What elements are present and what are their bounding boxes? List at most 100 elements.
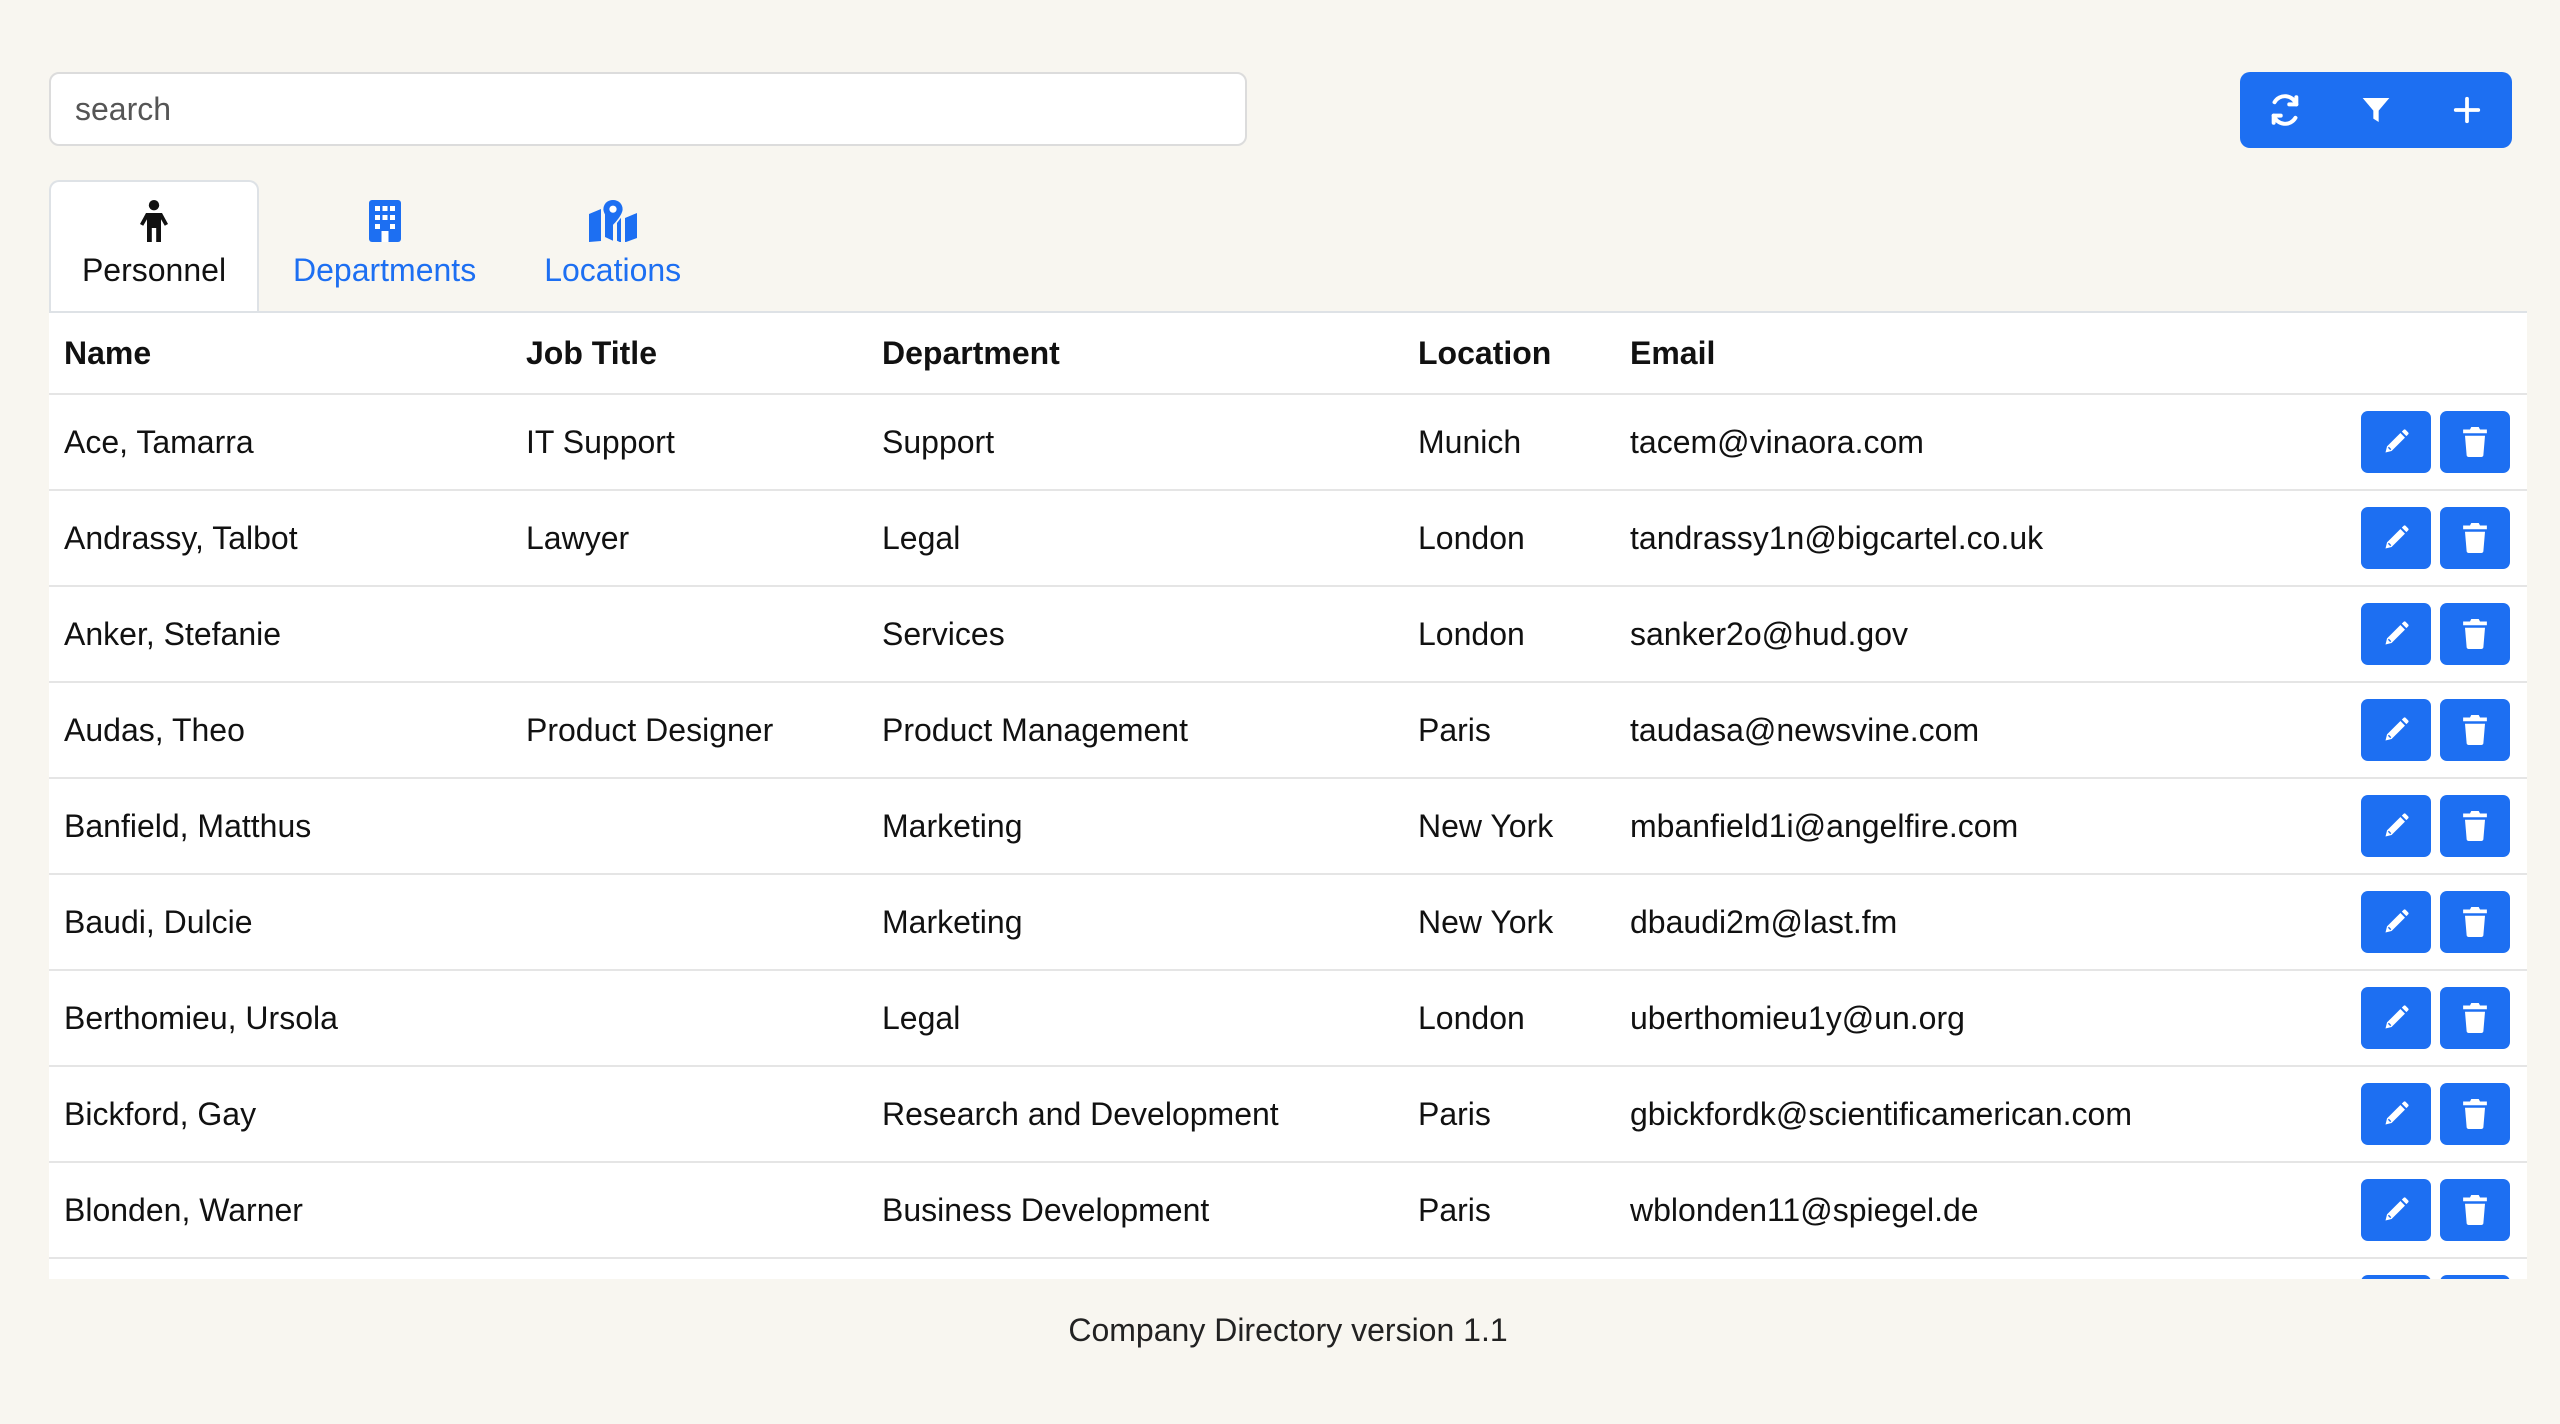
table-row: Andrassy, Talbot Lawyer Legal London tan…: [49, 491, 2527, 587]
table-row: Audas, Theo Product Designer Product Man…: [49, 683, 2527, 779]
cell-job-title: IT Support: [526, 423, 675, 460]
filter-button[interactable]: [2331, 72, 2422, 148]
tab-personnel[interactable]: Personnel: [49, 180, 259, 311]
edit-button[interactable]: [2361, 603, 2431, 665]
cell-email: taudasa@newsvine.com: [1630, 711, 1980, 748]
cell-name: Blonden, Warner: [64, 1191, 303, 1228]
edit-button[interactable]: [2361, 411, 2431, 473]
cell-email: wblonden11@spiegel.de: [1630, 1191, 1979, 1228]
trash-icon: [2463, 715, 2487, 745]
cell-location: Paris: [1418, 1191, 1491, 1228]
header-job-title: Job Title: [526, 334, 657, 371]
building-icon: [368, 200, 401, 242]
cell-department: Support: [882, 423, 995, 460]
tab-label: Personnel: [81, 252, 227, 288]
table-row: Bickford, Gay Research and Development P…: [49, 1067, 2527, 1163]
pencil-icon: [2385, 429, 2409, 453]
edit-button[interactable]: [2361, 1275, 2431, 1279]
row-actions: [2361, 491, 2510, 585]
row-actions: [2361, 395, 2510, 489]
edit-button[interactable]: [2361, 891, 2431, 953]
table-row: Anker, Stefanie Services London sanker2o…: [49, 587, 2527, 683]
cell-name: Bickford, Gay: [64, 1095, 257, 1132]
plus-icon: [2453, 96, 2480, 124]
trash-icon: [2463, 523, 2487, 553]
pencil-icon: [2385, 813, 2409, 837]
filter-icon: [2362, 98, 2390, 122]
row-actions: [2361, 1067, 2510, 1161]
header-email: Email: [1630, 334, 1716, 371]
cell-department: Services: [882, 615, 1005, 652]
delete-button[interactable]: [2440, 411, 2510, 473]
trash-icon: [2463, 427, 2487, 457]
row-actions: [2361, 587, 2510, 681]
pencil-icon: [2385, 1005, 2409, 1029]
cell-email: gbickfordk@scientificamerican.com: [1630, 1095, 2132, 1132]
cell-email: tacem@vinaora.com: [1630, 423, 1924, 460]
refresh-button[interactable]: [2240, 72, 2331, 148]
personnel-table[interactable]: Name Job Title Department Location Email…: [49, 311, 2527, 1279]
pencil-icon: [2385, 621, 2409, 645]
delete-button[interactable]: [2440, 987, 2510, 1049]
edit-button[interactable]: [2361, 795, 2431, 857]
edit-button[interactable]: [2361, 987, 2431, 1049]
cell-department: Legal: [882, 519, 961, 556]
toolbar-button-group: [2240, 72, 2512, 148]
cell-location: London: [1418, 615, 1525, 652]
cell-location: New York: [1418, 903, 1554, 940]
tab-label: Departments: [293, 252, 477, 288]
table-row: Ace, Tamarra IT Support Support Munich t…: [49, 395, 2527, 491]
pencil-icon: [2385, 909, 2409, 933]
edit-button[interactable]: [2361, 1179, 2431, 1241]
cell-name: Andrassy, Talbot: [64, 519, 298, 556]
row-actions: [2361, 971, 2510, 1065]
table-row: Berthomieu, Ursola Legal London uberthom…: [49, 971, 2527, 1067]
header-location: Location: [1418, 334, 1552, 371]
header-name: Name: [64, 334, 152, 371]
edit-button[interactable]: [2361, 699, 2431, 761]
delete-button[interactable]: [2440, 1179, 2510, 1241]
cell-name: Audas, Theo: [64, 711, 245, 748]
pencil-icon: [2385, 1197, 2409, 1221]
trash-icon: [2463, 907, 2487, 937]
cell-name: Banfield, Matthus: [64, 807, 312, 844]
table-row: Baudi, Dulcie Marketing New York dbaudi2…: [49, 875, 2527, 971]
cell-department: Business Development: [882, 1191, 1210, 1228]
cell-location: Munich: [1418, 423, 1522, 460]
tab-bar: Personnel Departments Locations: [49, 180, 715, 311]
person-icon: [140, 200, 168, 242]
delete-button[interactable]: [2440, 891, 2510, 953]
delete-button[interactable]: [2440, 507, 2510, 569]
header-department: Department: [882, 334, 1060, 371]
row-actions: [2361, 1163, 2510, 1257]
add-button[interactable]: [2421, 72, 2512, 148]
refresh-icon: [2272, 94, 2299, 126]
row-actions: [2361, 1259, 2510, 1279]
table-row: [49, 1259, 2527, 1279]
row-actions: [2361, 779, 2510, 873]
tab-locations[interactable]: Locations: [510, 180, 715, 311]
delete-button[interactable]: [2440, 1275, 2510, 1279]
pencil-icon: [2385, 717, 2409, 741]
table-row: Blonden, Warner Business Development Par…: [49, 1163, 2527, 1259]
cell-department: Marketing: [882, 903, 1023, 940]
table-header-row: Name Job Title Department Location Email: [49, 313, 2527, 395]
delete-button[interactable]: [2440, 603, 2510, 665]
edit-button[interactable]: [2361, 507, 2431, 569]
cell-email: uberthomieu1y@un.org: [1630, 999, 1965, 1036]
cell-location: London: [1418, 519, 1525, 556]
delete-button[interactable]: [2440, 795, 2510, 857]
tab-departments[interactable]: Departments: [259, 180, 510, 311]
pencil-icon: [2385, 525, 2409, 549]
delete-button[interactable]: [2440, 699, 2510, 761]
delete-button[interactable]: [2440, 1083, 2510, 1145]
search-input[interactable]: [49, 72, 1247, 146]
cell-job-title: Lawyer: [526, 519, 630, 556]
cell-email: dbaudi2m@last.fm: [1630, 903, 1898, 940]
cell-location: London: [1418, 999, 1525, 1036]
cell-location: Paris: [1418, 1095, 1491, 1132]
cell-name: Baudi, Dulcie: [64, 903, 253, 940]
edit-button[interactable]: [2361, 1083, 2431, 1145]
trash-icon: [2463, 1003, 2487, 1033]
trash-icon: [2463, 1099, 2487, 1129]
